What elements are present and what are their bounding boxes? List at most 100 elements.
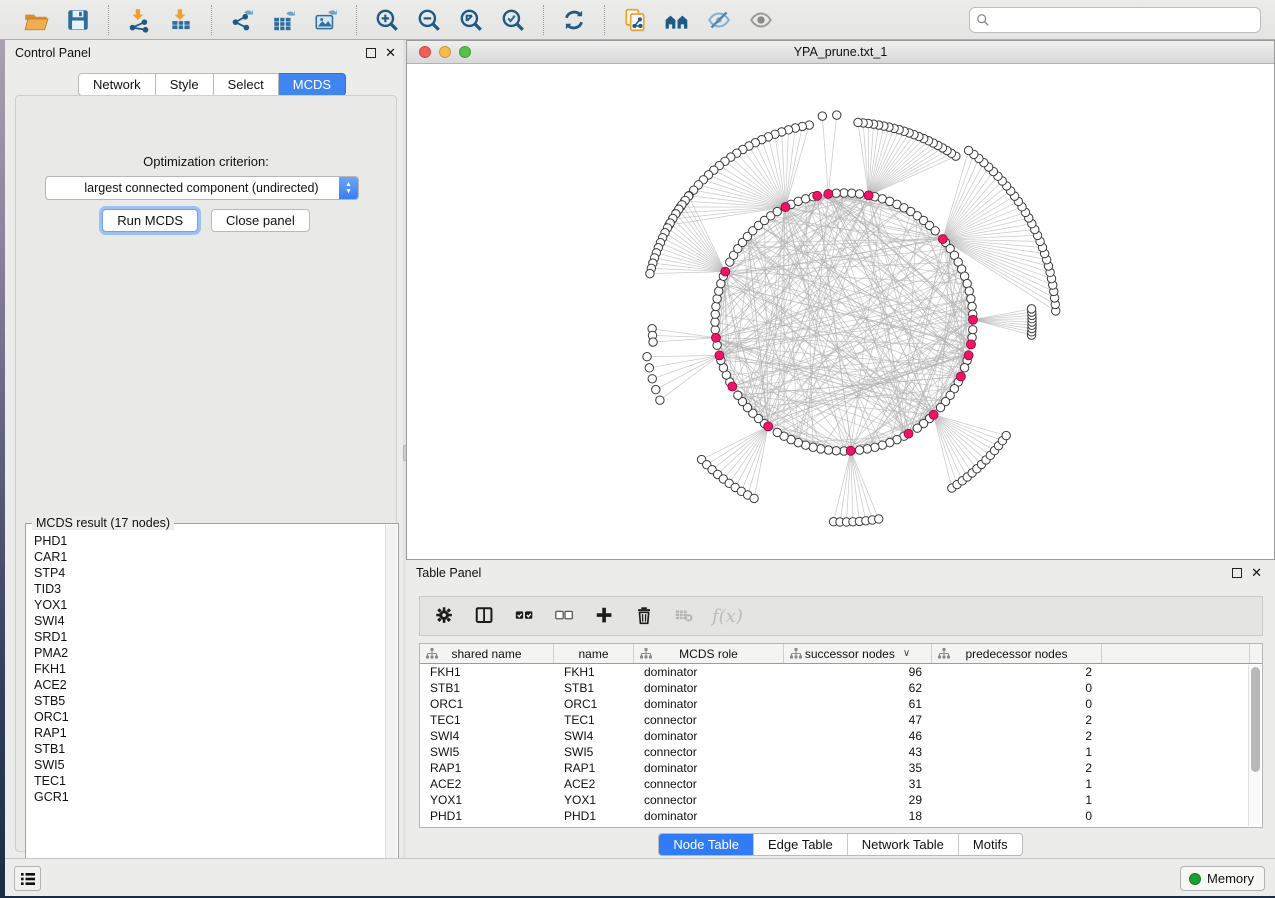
column-header-predecessor-nodes[interactable]: predecessor nodes bbox=[932, 644, 1102, 663]
mcds-result-item[interactable]: FKH1 bbox=[34, 661, 390, 677]
column-header-shared-name[interactable]: shared name bbox=[420, 644, 554, 663]
zoom-in-icon bbox=[374, 7, 400, 33]
zoom-fit-button[interactable] bbox=[453, 4, 489, 36]
tab-network[interactable]: Network bbox=[78, 73, 156, 96]
tab-mcds[interactable]: MCDS bbox=[279, 73, 346, 96]
mcds-list-scrollbar[interactable] bbox=[385, 525, 397, 893]
table-cell: ACE2 bbox=[554, 777, 634, 791]
import-network-icon bbox=[126, 7, 152, 33]
tab-motifs[interactable]: Motifs bbox=[958, 834, 1022, 855]
table-row[interactable]: YOX1YOX1connector291 bbox=[420, 792, 1262, 808]
network-graph[interactable] bbox=[407, 64, 1274, 559]
export-table-button[interactable] bbox=[266, 4, 302, 36]
delete-table-button bbox=[672, 603, 698, 629]
table-cell: dominator bbox=[634, 809, 784, 823]
export-image-button[interactable] bbox=[308, 4, 344, 36]
table-row[interactable]: FKH1FKH1dominator962 bbox=[420, 664, 1262, 680]
memory-button[interactable]: Memory bbox=[1180, 866, 1265, 891]
mcds-result-item[interactable]: SWI4 bbox=[34, 613, 390, 629]
node-table: shared namenameMCDS rolesuccessor nodes∨… bbox=[419, 643, 1263, 828]
mcds-result-item[interactable]: GCR1 bbox=[34, 789, 390, 805]
zoom-selected-button[interactable] bbox=[495, 4, 531, 36]
mcds-result-item[interactable]: SWI5 bbox=[34, 757, 390, 773]
table-cell: dominator bbox=[634, 761, 784, 775]
table-row[interactable]: ORC1ORC1dominator610 bbox=[420, 696, 1262, 712]
save-session-button[interactable] bbox=[60, 4, 96, 36]
mcds-result-item[interactable]: SRD1 bbox=[34, 629, 390, 645]
close-table-panel-icon[interactable]: ✕ bbox=[1251, 568, 1262, 578]
table-options-gear-button[interactable] bbox=[432, 603, 458, 629]
table-cell: RAP1 bbox=[554, 761, 634, 775]
mcds-result-item[interactable]: CAR1 bbox=[34, 549, 390, 565]
hide-selected-button[interactable] bbox=[701, 4, 737, 36]
import-network-button[interactable] bbox=[121, 4, 157, 36]
mcds-result-item[interactable]: STP4 bbox=[34, 565, 390, 581]
automation-panel-button[interactable] bbox=[14, 866, 41, 891]
mcds-result-item[interactable]: ORC1 bbox=[34, 709, 390, 725]
tab-network-table[interactable]: Network Table bbox=[847, 834, 958, 855]
table-row[interactable]: RAP1RAP1dominator352 bbox=[420, 760, 1262, 776]
mcds-result-item[interactable]: TEC1 bbox=[34, 773, 390, 789]
table-row[interactable]: TEC1TEC1connector472 bbox=[420, 712, 1262, 728]
mcds-result-item[interactable]: YOX1 bbox=[34, 597, 390, 613]
mcds-result-item[interactable]: STB1 bbox=[34, 741, 390, 757]
network-canvas[interactable] bbox=[407, 64, 1274, 559]
import-table-button[interactable] bbox=[163, 4, 199, 36]
mcds-result-item[interactable]: PMA2 bbox=[34, 645, 390, 661]
show-all-button[interactable] bbox=[743, 4, 779, 36]
new-network-from-selection-button[interactable] bbox=[617, 4, 653, 36]
column-header-successor-nodes[interactable]: successor nodes∨ bbox=[784, 644, 932, 663]
attribute-tree-icon bbox=[790, 648, 802, 659]
search-icon bbox=[976, 13, 990, 27]
criterion-dropdown[interactable]: largest connected component (undirected)… bbox=[45, 176, 359, 200]
mcds-result-item[interactable]: STB5 bbox=[34, 693, 390, 709]
float-panel-icon[interactable] bbox=[366, 48, 376, 58]
add-column-button[interactable] bbox=[592, 603, 618, 629]
table-scrollbar-thumb[interactable] bbox=[1251, 667, 1260, 772]
new-network-from-selection-icon bbox=[622, 7, 648, 33]
table-row[interactable]: ACE2ACE2connector311 bbox=[420, 776, 1262, 792]
delete-column-button[interactable] bbox=[632, 603, 658, 629]
table-row[interactable]: SWI5SWI5connector431 bbox=[420, 744, 1262, 760]
run-mcds-button[interactable]: Run MCDS bbox=[102, 209, 198, 232]
tab-style[interactable]: Style bbox=[156, 73, 214, 96]
export-network-button[interactable] bbox=[224, 4, 260, 36]
tab-edge-table[interactable]: Edge Table bbox=[753, 834, 847, 855]
table-panel: Table Panel ✕ f(x) shared namenameMCDS r… bbox=[406, 560, 1275, 858]
tab-node-table[interactable]: Node Table bbox=[659, 834, 753, 855]
list-icon bbox=[20, 872, 36, 886]
table-cell: connector bbox=[634, 777, 784, 791]
first-neighbors-button[interactable] bbox=[659, 4, 695, 36]
select-all-columns-button[interactable] bbox=[512, 603, 538, 629]
deselect-all-columns-button[interactable] bbox=[552, 603, 578, 629]
table-row[interactable]: SWI4SWI4dominator462 bbox=[420, 728, 1262, 744]
close-panel-button[interactable]: Close panel bbox=[211, 209, 310, 232]
column-header-name[interactable]: name bbox=[554, 644, 634, 663]
mcds-result-item[interactable]: TID3 bbox=[34, 581, 390, 597]
tab-select[interactable]: Select bbox=[214, 73, 279, 96]
column-header-MCDS-role[interactable]: MCDS role bbox=[634, 644, 784, 663]
open-file-button[interactable] bbox=[18, 4, 54, 36]
table-row[interactable]: PHD1PHD1dominator180 bbox=[420, 808, 1262, 824]
desktop: Control Panel ✕ NetworkStyleSelectMCDS O… bbox=[0, 0, 1275, 898]
search-box[interactable] bbox=[969, 7, 1261, 33]
table-scrollbar[interactable] bbox=[1248, 665, 1261, 826]
show-columns-button[interactable] bbox=[472, 603, 498, 629]
table-row[interactable]: STB1STB1dominator620 bbox=[420, 680, 1262, 696]
mcds-result-list[interactable]: PHD1CAR1STP4TID3YOX1SWI4SRD1PMA2FKH1ACE2… bbox=[26, 524, 398, 894]
search-input[interactable] bbox=[994, 13, 1254, 27]
mcds-result-item[interactable]: RAP1 bbox=[34, 725, 390, 741]
refresh-view-button[interactable] bbox=[556, 4, 592, 36]
close-panel-icon[interactable]: ✕ bbox=[385, 48, 396, 58]
float-table-panel-icon[interactable] bbox=[1232, 568, 1242, 578]
delete-column-icon bbox=[634, 605, 656, 627]
show-all-icon bbox=[748, 7, 774, 33]
mcds-result-item[interactable]: ACE2 bbox=[34, 677, 390, 693]
mcds-result-item[interactable]: PHD1 bbox=[34, 533, 390, 549]
control-panel-tabs: NetworkStyleSelectMCDS bbox=[78, 73, 346, 96]
network-window-titlebar[interactable]: YPA_prune.txt_1 bbox=[407, 41, 1274, 64]
zoom-in-button[interactable] bbox=[369, 4, 405, 36]
sort-descending-icon: ∨ bbox=[903, 648, 910, 659]
zoom-out-button[interactable] bbox=[411, 4, 447, 36]
table-cell: 2 bbox=[932, 713, 1102, 727]
